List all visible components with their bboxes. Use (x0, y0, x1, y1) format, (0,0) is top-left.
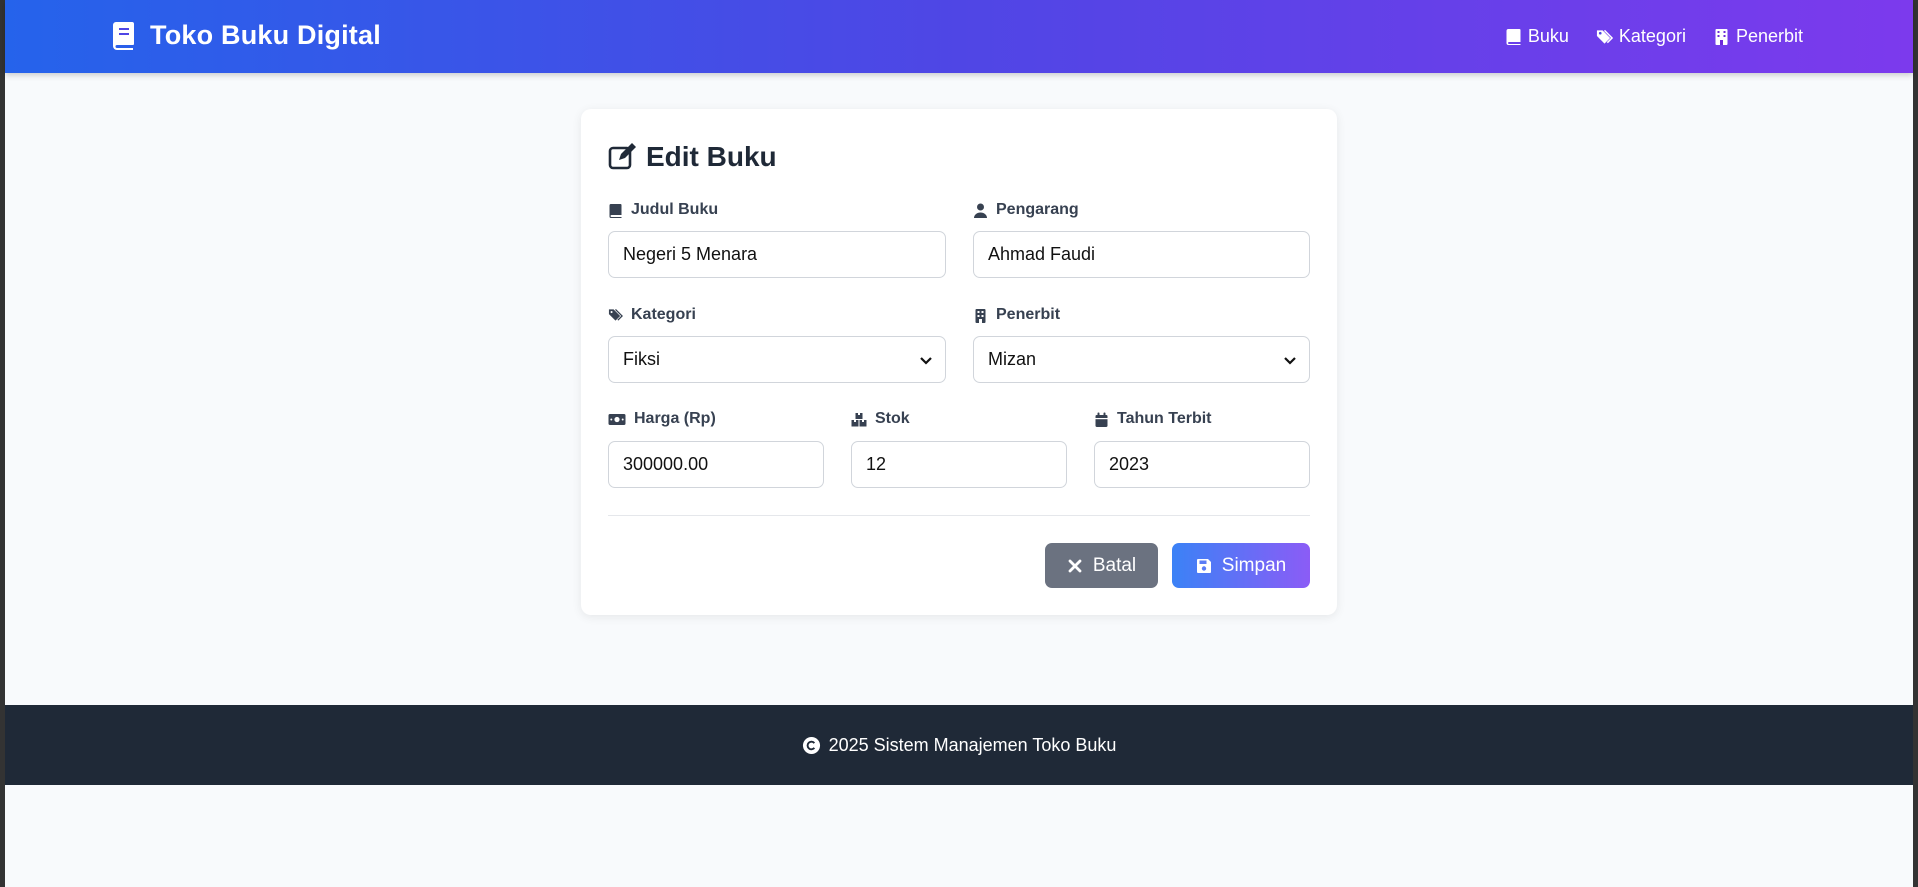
nav-item-buku[interactable]: Buku (1505, 26, 1569, 47)
nav-item-label: Kategori (1618, 26, 1686, 46)
nav-item-penerbit[interactable]: Penerbit (1713, 26, 1803, 47)
chevron-down-icon (920, 357, 932, 365)
calendar-icon (1095, 412, 1108, 427)
tags-icon (1596, 29, 1613, 44)
footer: 2025 Sistem Manajemen Toko Buku (5, 705, 1913, 785)
pengarang-input[interactable]: Ahmad Faudi (973, 231, 1310, 278)
book-icon (609, 203, 622, 218)
page-title: Edit Buku (608, 141, 777, 173)
footer-text: 2025 Sistem Manajemen Toko Buku (828, 734, 1117, 755)
stok-input[interactable]: 12 (851, 441, 1067, 488)
nav-item-label: Penerbit (1735, 26, 1803, 46)
building-icon (1715, 28, 1728, 45)
brand[interactable]: Toko Buku Digital (112, 20, 381, 51)
nav-item-kategori[interactable]: Kategori (1596, 26, 1686, 47)
kategori-label: Kategori (608, 306, 696, 324)
stok-label: Stok (851, 410, 910, 428)
close-icon (1068, 559, 1082, 572)
form-divider (608, 515, 1310, 516)
edit-book-card: Edit Buku Judul Buku Negeri 5 Menara Pen… (581, 109, 1337, 615)
penerbit-select[interactable]: Mizan (973, 336, 1310, 383)
copyright-icon (802, 736, 820, 754)
money-bill-icon (608, 413, 626, 425)
brand-title: Toko Buku Digital (150, 20, 381, 50)
cancel-button[interactable]: Batal (1045, 543, 1158, 588)
nav-item-label: Buku (1527, 26, 1569, 46)
main-nav: Buku Kategori Penerbit (1505, 26, 1803, 47)
harga-input[interactable]: 300000.00 (608, 441, 824, 488)
book-icon (113, 21, 134, 50)
kategori-select[interactable]: Fiksi (608, 336, 946, 383)
edit-icon (608, 143, 636, 170)
judul-input[interactable]: Negeri 5 Menara (608, 231, 946, 278)
penerbit-label: Penerbit (973, 306, 1060, 324)
top-navbar: Toko Buku Digital Buku Kategori Penerbit (5, 0, 1913, 73)
window-frame-right (1913, 0, 1918, 887)
building-icon (975, 308, 986, 323)
pengarang-label: Pengarang (973, 201, 1079, 219)
tahun-label: Tahun Terbit (1094, 410, 1212, 428)
chevron-down-icon (1284, 357, 1296, 365)
save-icon (1196, 558, 1211, 573)
tags-icon (608, 308, 623, 321)
tahun-input[interactable]: 2023 (1094, 441, 1310, 488)
book-icon (1506, 28, 1521, 45)
boxes-icon (851, 412, 867, 426)
user-icon (974, 203, 987, 218)
judul-label: Judul Buku (608, 201, 718, 219)
harga-label: Harga (Rp) (608, 410, 716, 428)
save-button[interactable]: Simpan (1172, 543, 1310, 588)
